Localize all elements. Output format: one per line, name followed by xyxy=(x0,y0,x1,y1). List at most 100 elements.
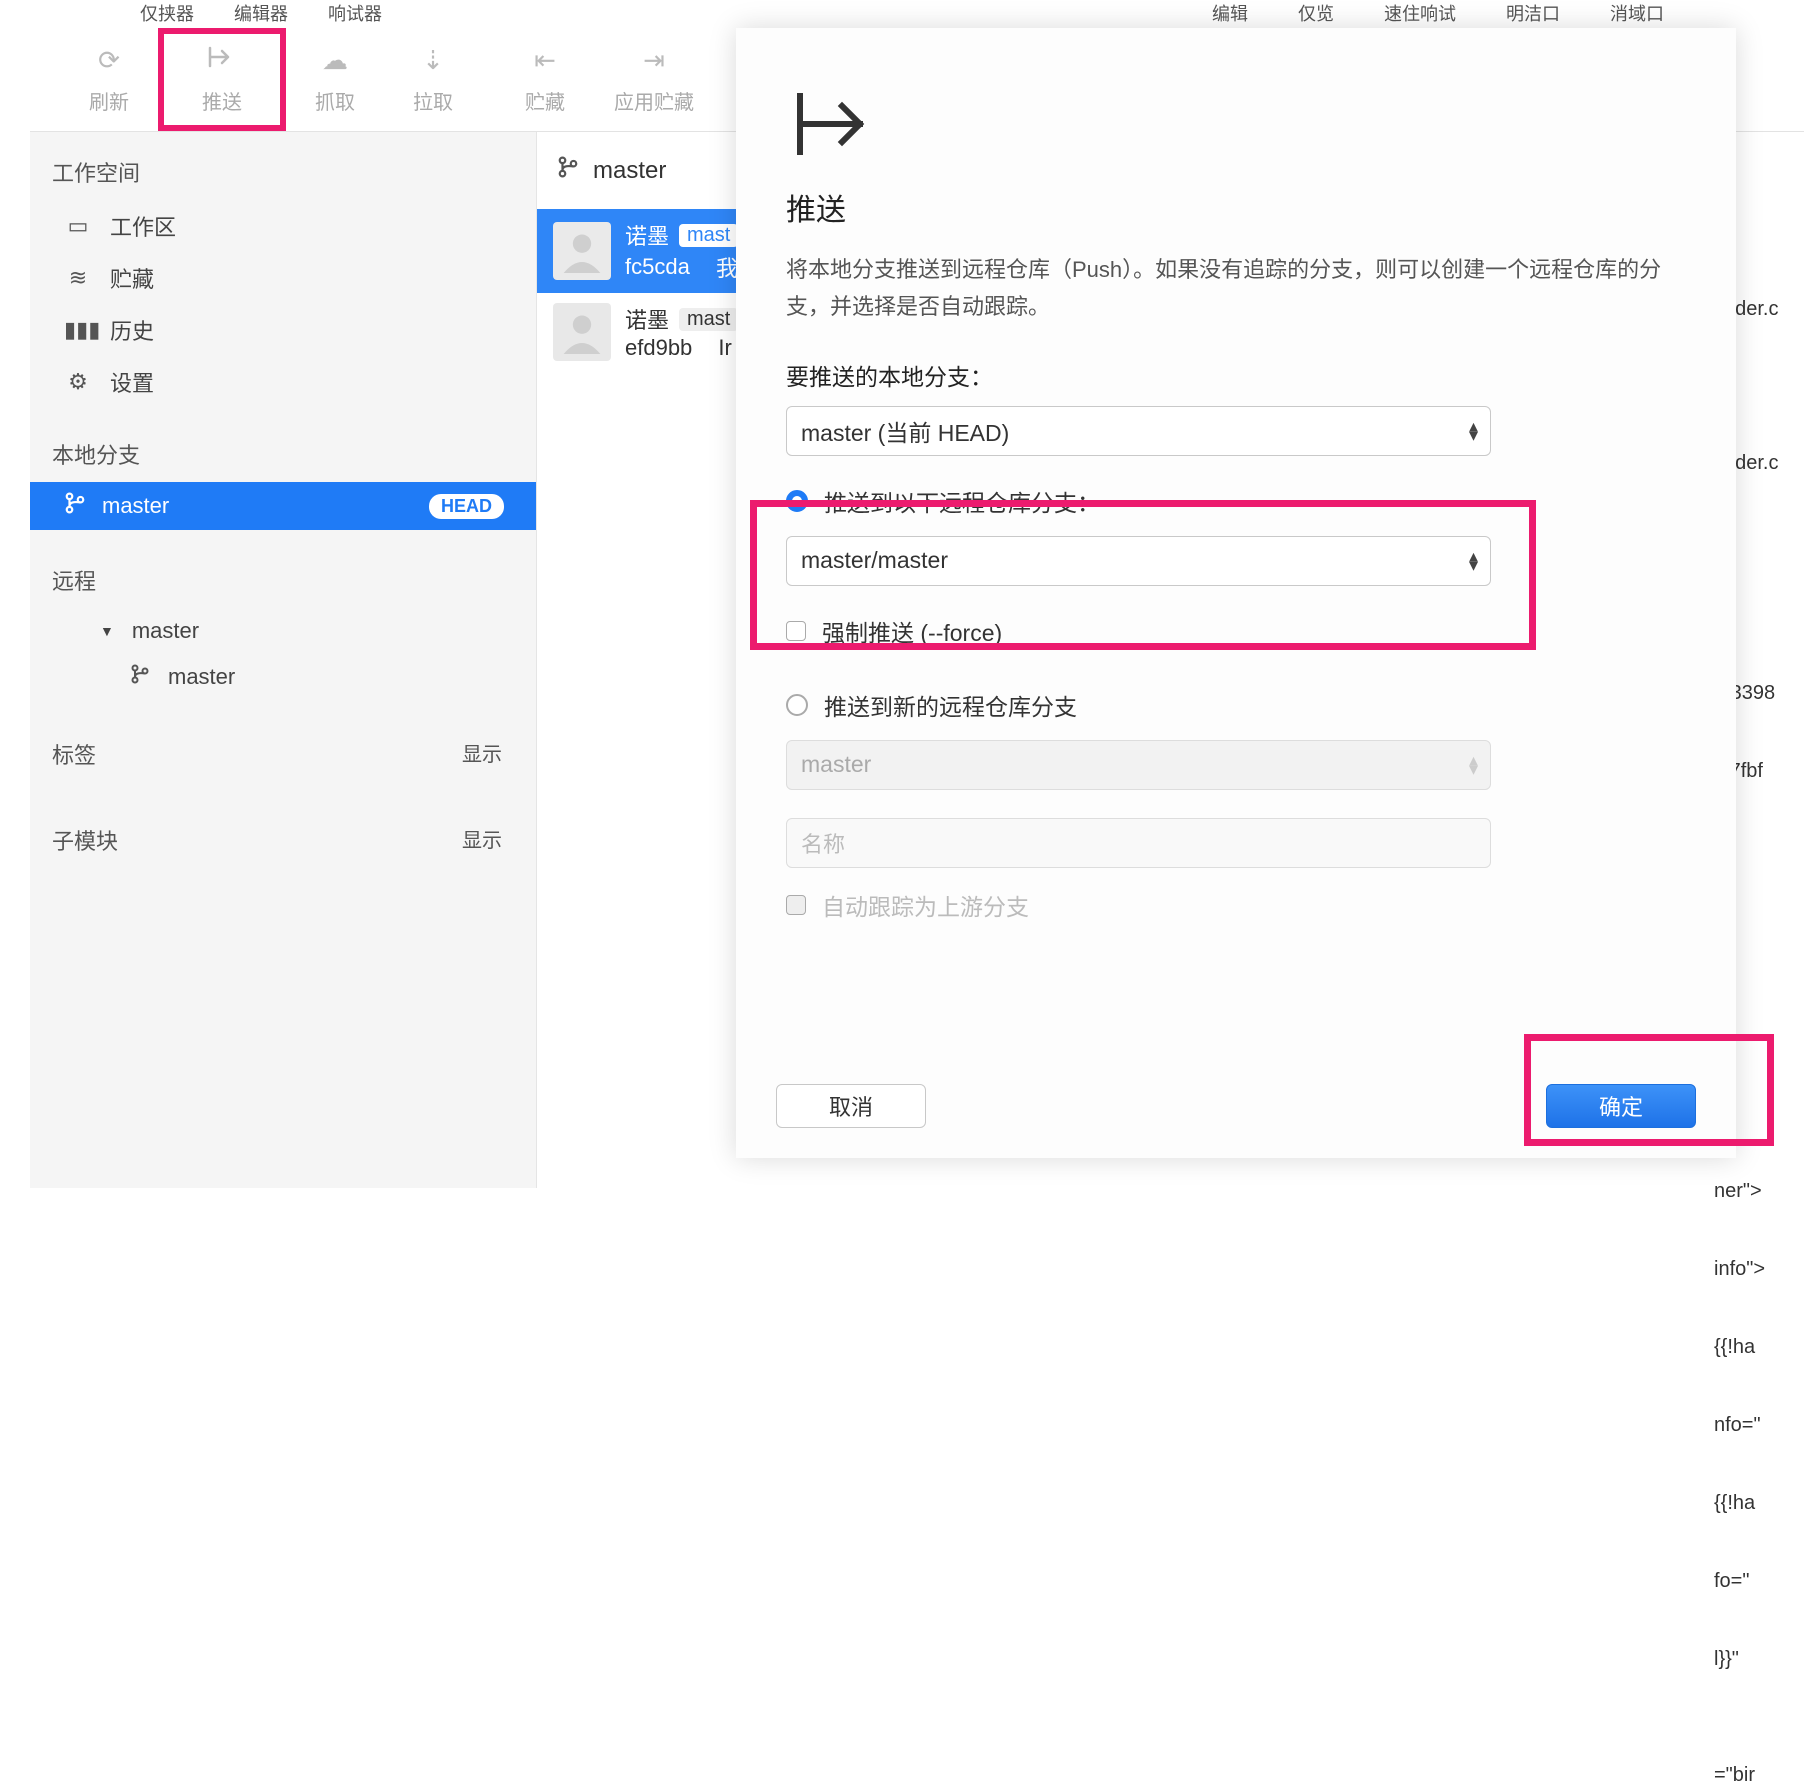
dialog-footer: 取消 确定 xyxy=(776,1084,1696,1128)
dialog-description: 将本地分支推送到远程仓库（Push）。如果没有追踪的分支，则可以创建一个远程仓库… xyxy=(786,251,1686,326)
chevron-down-icon: ▼ xyxy=(100,623,114,639)
folder-icon: ▭ xyxy=(64,213,92,239)
refresh-button[interactable]: ⟳ 刷新 xyxy=(60,28,158,131)
select-value: master xyxy=(801,751,871,778)
tags-label: 标签 xyxy=(52,738,96,770)
checkbox-label: 强制推送 (--force) xyxy=(822,614,1002,648)
push-icon xyxy=(207,45,237,76)
tags-header[interactable]: 标签 显示 xyxy=(30,726,536,782)
branch-chip: mast xyxy=(679,308,738,331)
push-dialog: 推送 将本地分支推送到远程仓库（Push）。如果没有追踪的分支，则可以创建一个远… xyxy=(736,28,1736,1158)
checkbox-label: 自动跟踪为上游分支 xyxy=(822,888,1029,922)
code-line: l}}" xyxy=(1714,1648,1739,1670)
branch-name: master xyxy=(102,493,169,519)
updown-icon: ▴▾ xyxy=(1469,756,1478,774)
menu-item[interactable]: 消域口 xyxy=(1610,0,1664,20)
push-icon xyxy=(786,88,1686,165)
commit-hash: fc5cda xyxy=(625,254,690,280)
menubar: 仅挟器 编辑器 响试器 编辑 仅览 速住响试 明洁口 消域口 xyxy=(0,0,1804,20)
apply-stash-button[interactable]: ⇥ 应用贮藏 xyxy=(594,28,714,131)
code-line: {{!ha xyxy=(1714,1492,1755,1514)
stack-icon: ≋ xyxy=(64,265,92,291)
dialog-title: 推送 xyxy=(786,185,1686,229)
sidebar-label: 贮藏 xyxy=(110,262,154,294)
remote-branch-master[interactable]: master xyxy=(30,654,536,700)
pull-button[interactable]: ⇣ 拉取 xyxy=(384,28,482,131)
select-value: master/master xyxy=(801,547,948,574)
remote-name: master xyxy=(132,618,199,644)
commit-msg: Ir xyxy=(718,335,731,361)
local-branch-label: 要推送的本地分支： xyxy=(786,358,1686,392)
new-branch-name-input: 名称 xyxy=(786,818,1491,868)
sidebar-label: 设置 xyxy=(110,366,154,398)
submodule-header[interactable]: 子模块 显示 xyxy=(30,812,536,868)
sidebar-item-stash[interactable]: ≋ 贮藏 xyxy=(30,252,536,304)
workspace-header: 工作空间 xyxy=(30,144,536,200)
avatar xyxy=(553,222,611,280)
code-line: ner"> xyxy=(1714,1180,1762,1202)
menu-item[interactable]: 速住响试 xyxy=(1384,0,1456,20)
head-badge: HEAD xyxy=(429,494,504,519)
menu-item[interactable]: 编辑器 xyxy=(234,0,288,20)
radio-on-icon xyxy=(786,490,808,512)
menu-item[interactable]: 明洁口 xyxy=(1506,0,1560,20)
show-link[interactable]: 显示 xyxy=(462,738,502,770)
branch-icon xyxy=(130,664,150,690)
code-line: info"> xyxy=(1714,1258,1765,1280)
pull-label: 拉取 xyxy=(413,86,453,115)
checkbox-icon xyxy=(786,895,806,915)
code-line: nfo=" xyxy=(1714,1414,1761,1436)
placeholder: 名称 xyxy=(801,827,845,859)
cancel-button[interactable]: 取消 xyxy=(776,1084,926,1128)
ok-button[interactable]: 确定 xyxy=(1546,1084,1696,1128)
remote-branch-name: master xyxy=(168,664,235,690)
show-link[interactable]: 显示 xyxy=(462,824,502,856)
select-value: master (当前 HEAD) xyxy=(801,414,1009,448)
push-new-radio[interactable]: 推送到新的远程仓库分支 xyxy=(786,688,1686,722)
refresh-label: 刷新 xyxy=(89,86,129,115)
stash-label: 贮藏 xyxy=(525,86,565,115)
sidebar-label: 工作区 xyxy=(110,210,176,242)
remote-master[interactable]: ▼ master xyxy=(30,608,536,654)
apply-stash-label: 应用贮藏 xyxy=(614,86,694,115)
radio-label: 推送到以下远程仓库分支： xyxy=(824,484,1100,518)
stash-button[interactable]: ⇤ 贮藏 xyxy=(496,28,594,131)
branch-chip: mast xyxy=(679,224,738,247)
cloud-down-icon: ☁ xyxy=(322,45,348,76)
code-line: ="bir xyxy=(1714,1764,1755,1784)
apply-stash-icon: ⇥ xyxy=(643,45,665,76)
force-push-checkbox[interactable]: 强制推送 (--force) xyxy=(786,614,1686,648)
remote-header: 远程 xyxy=(30,552,536,608)
menu-item[interactable]: 仅挟器 xyxy=(140,0,194,20)
local-branch-select[interactable]: master (当前 HEAD) ▴▾ xyxy=(786,406,1491,456)
commit-author: 诺墨 xyxy=(625,303,669,335)
sidebar-item-history[interactable]: ▮▮▮ 历史 xyxy=(30,304,536,356)
menu-item[interactable]: 编辑 xyxy=(1212,0,1248,20)
branch-icon xyxy=(557,156,579,185)
sidebar: 工作空间 ▭ 工作区 ≋ 贮藏 ▮▮▮ 历史 ⚙ 设置 本地分支 master … xyxy=(30,132,536,1188)
push-button[interactable]: 推送 xyxy=(158,28,286,131)
stash-icon: ⇤ xyxy=(534,45,556,76)
menu-item[interactable]: 响试器 xyxy=(328,0,382,20)
auto-track-checkbox: 自动跟踪为上游分支 xyxy=(786,888,1686,922)
new-remote-select: master ▴▾ xyxy=(786,740,1491,790)
sidebar-item-workspace[interactable]: ▭ 工作区 xyxy=(30,200,536,252)
gear-icon: ⚙ xyxy=(64,369,92,395)
sidebar-label: 历史 xyxy=(110,314,154,346)
remote-branch-select[interactable]: master/master ▴▾ xyxy=(786,536,1491,586)
current-branch-name: master xyxy=(593,157,666,185)
updown-icon: ▴▾ xyxy=(1469,552,1478,570)
updown-icon: ▴▾ xyxy=(1469,422,1478,440)
push-existing-radio[interactable]: 推送到以下远程仓库分支： xyxy=(786,484,1686,518)
bars-icon: ▮▮▮ xyxy=(64,317,92,343)
commit-msg: 我 xyxy=(716,251,738,283)
sidebar-item-settings[interactable]: ⚙ 设置 xyxy=(30,356,536,408)
local-branch-master[interactable]: master HEAD xyxy=(30,482,536,530)
code-line: fo=" xyxy=(1714,1570,1749,1592)
code-line: {{!ha xyxy=(1714,1336,1755,1358)
fetch-button[interactable]: ☁ 抓取 xyxy=(286,28,384,131)
push-label: 推送 xyxy=(202,86,242,115)
submodule-label: 子模块 xyxy=(52,824,118,856)
menu-item[interactable]: 仅览 xyxy=(1298,0,1334,20)
pull-icon: ⇣ xyxy=(422,45,444,76)
